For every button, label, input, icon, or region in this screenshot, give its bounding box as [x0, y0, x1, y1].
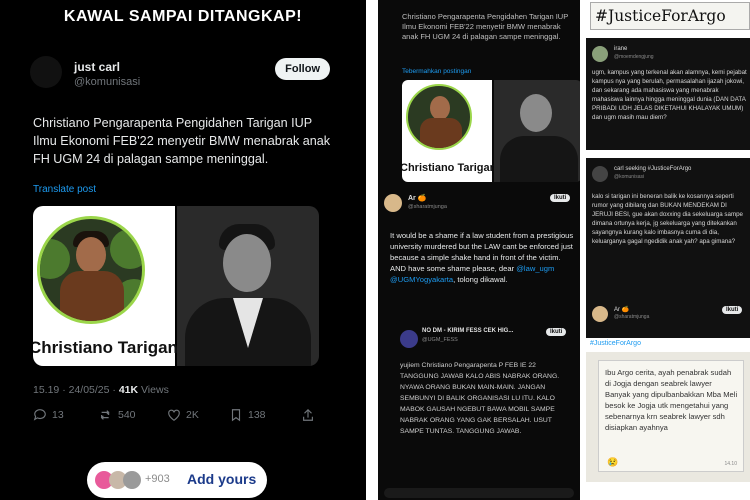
- tweet-card: irane @moemdengjung ugm, kampus yang ter…: [586, 38, 750, 150]
- media-image-portrait[interactable]: [177, 206, 319, 366]
- post-media[interactable]: Christiano Tarigan: [402, 80, 580, 182]
- card-author-handle[interactable]: @sharatmjunga: [614, 314, 649, 320]
- card-author-name[interactable]: irane: [614, 46, 627, 52]
- reply-author-handle[interactable]: @sharatmjunga: [408, 204, 447, 210]
- reply-thread-panel: Christiano Pengarapenta Pengidahen Tarig…: [372, 0, 580, 500]
- avatar[interactable]: [592, 166, 608, 182]
- translate-post-link[interactable]: Translate post: [33, 184, 96, 195]
- hashtag-link[interactable]: #JusticeForArgo: [590, 340, 641, 347]
- media-image-profile[interactable]: Christiano Tarigan: [402, 80, 496, 182]
- card-author-handle[interactable]: @komunisasi: [614, 174, 644, 180]
- main-post-panel: KAWAL SAMPAI DITANGKAP! just carl @komun…: [0, 0, 366, 500]
- heart-icon: [168, 409, 180, 421]
- like-count: 2K: [186, 409, 199, 421]
- reply-icon: [33, 409, 46, 421]
- card-author-name[interactable]: carl seeking #JusticeForArgo: [614, 166, 691, 172]
- follow-button[interactable]: Ikuti: [546, 328, 567, 336]
- avatar[interactable]: [30, 56, 62, 88]
- quote-text: yujiem Christiano Pengarapenta P FEB IE …: [400, 362, 560, 435]
- avatar[interactable]: [592, 46, 608, 62]
- screenshot-collage: KAWAL SAMPAI DITANGKAP! just carl @komun…: [0, 0, 750, 500]
- share-icon: [303, 408, 313, 421]
- reply-button[interactable]: 13: [33, 408, 64, 422]
- quote-author-handle[interactable]: @UGM_FESS: [422, 337, 458, 343]
- quoted-post[interactable]: NO DM - KIRIM FESS CEK HIG... @UGM_FESS …: [396, 320, 572, 480]
- card-text: kalo si tarigan ini beneran balik ke kos…: [592, 193, 743, 245]
- card-text: ugm, kampus yang terkenal akan alamnya, …: [592, 69, 747, 121]
- views-label: Views: [138, 384, 169, 396]
- add-yours-count: +903: [145, 473, 170, 485]
- repost-button[interactable]: 540: [99, 408, 136, 422]
- media-image-portrait[interactable]: [494, 80, 580, 182]
- like-button[interactable]: 2K: [167, 408, 199, 422]
- avatar[interactable]: [592, 306, 608, 322]
- banner-title: KAWAL SAMPAI DITANGKAP!: [63, 8, 303, 25]
- card-author-handle[interactable]: @moemdengjung: [614, 54, 654, 60]
- chat-screenshot: Ibu Argo cerita, ayah penabrak sudah di …: [586, 352, 750, 482]
- reply-count: 13: [52, 409, 64, 421]
- avatar[interactable]: [384, 194, 402, 212]
- author-name[interactable]: just carl: [74, 60, 120, 74]
- add-yours-label: Add yours: [187, 471, 257, 487]
- crying-emoji: 😢: [607, 457, 619, 467]
- bookmark-icon: [231, 409, 241, 422]
- share-button[interactable]: [301, 408, 315, 422]
- author-handle[interactable]: @komunisasi: [74, 76, 140, 88]
- media-image-profile[interactable]: Christiano Tarigan: [33, 206, 178, 366]
- post-media[interactable]: Christiano Tarigan: [33, 206, 319, 366]
- post-meta: 15.19 · 24/05/25 · 41K Views: [33, 384, 169, 396]
- divider: [384, 488, 574, 498]
- chat-time: 14.10: [724, 461, 737, 467]
- card-author-name[interactable]: Ar 🍊: [614, 306, 629, 313]
- reply-text-part: , tolong dikawal.: [453, 275, 508, 284]
- media-caption: Christiano Tarigan: [402, 162, 497, 174]
- media-caption: Christiano Tarigan: [33, 338, 178, 357]
- bookmark-button[interactable]: 138: [229, 408, 266, 422]
- add-yours-button[interactable]: +903 Add yours: [87, 462, 267, 498]
- repost-count: 540: [118, 409, 136, 421]
- chat-text: Ibu Argo cerita, ayah penabrak sudah di …: [605, 368, 738, 432]
- profile-ring-image: [37, 216, 145, 324]
- post-text: Christiano Pengarapenta Pengidahen Tarig…: [402, 12, 569, 41]
- post-text: Christiano Pengarapenta Pengidahen Tarig…: [33, 116, 331, 166]
- post-actions: 13 540 2K 138: [33, 408, 333, 426]
- justice-panel: #JusticeForArgo irane @moemdengjung ugm,…: [580, 0, 750, 500]
- avatar[interactable]: [400, 330, 418, 348]
- hashtag-title: #JusticeForArgo: [595, 7, 726, 25]
- mention-link[interactable]: @UGMYogyakarta: [390, 275, 453, 284]
- tweet-card: carl seeking #JusticeForArgo @komunisasi…: [586, 158, 750, 298]
- participant-avatar: [123, 471, 141, 489]
- translate-post-link[interactable]: Tebermahkan postingan: [402, 68, 471, 75]
- post-author-row: just carl @komunisasi Follow: [30, 56, 330, 96]
- post-timestamp: 15.19 · 24/05/25 ·: [33, 384, 119, 396]
- follow-button[interactable]: Ikuti: [722, 306, 743, 314]
- tweet-card: Ar 🍊 @sharatmjunga Ikuti: [586, 298, 750, 338]
- reply-author-name[interactable]: Ar 🍊: [408, 194, 426, 202]
- view-count: 41K: [118, 384, 139, 396]
- quote-author-name[interactable]: NO DM - KIRIM FESS CEK HIG...: [422, 328, 513, 334]
- chat-bubble: Ibu Argo cerita, ayah penabrak sudah di …: [598, 360, 744, 472]
- repost-icon: [100, 410, 110, 420]
- reply-text: It would be a shame if a law student fro…: [390, 230, 576, 285]
- mention-link[interactable]: @law_ugm: [516, 264, 554, 273]
- bookmark-count: 138: [248, 409, 266, 421]
- follow-button[interactable]: Follow: [275, 58, 330, 80]
- follow-button[interactable]: Ikuti: [550, 194, 571, 202]
- hashtag-banner: #JusticeForArgo: [590, 2, 750, 30]
